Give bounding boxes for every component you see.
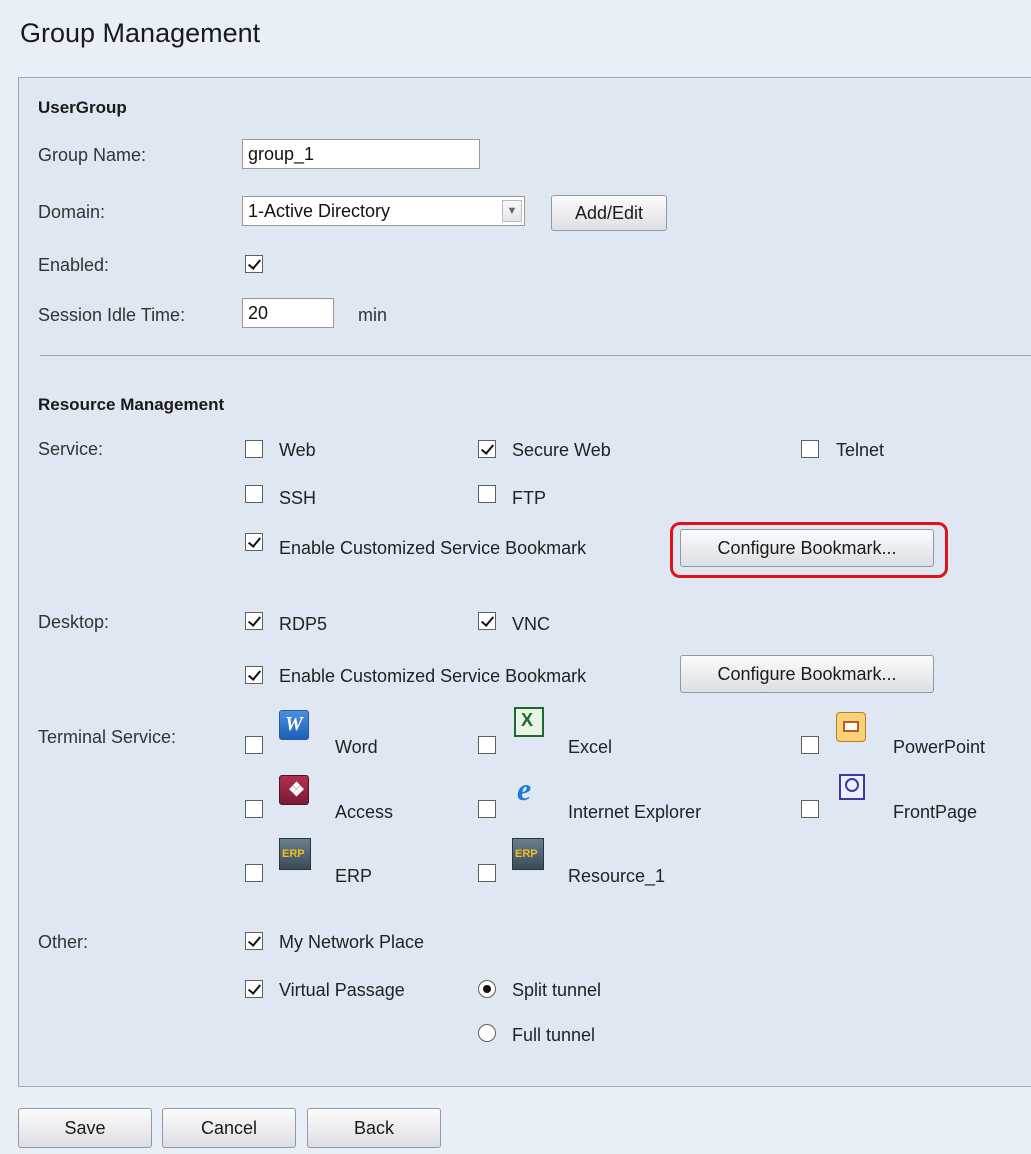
- rdp5-option-label: RDP5: [279, 614, 328, 634]
- domain-selected-value: 1-Active Directory: [248, 201, 391, 221]
- split-tunnel-label: Split tunnel: [512, 980, 602, 1000]
- ssh-option-label: SSH: [279, 488, 317, 508]
- save-button[interactable]: Save: [18, 1108, 152, 1148]
- access-checkbox[interactable]: [245, 800, 263, 818]
- secure-web-checkbox[interactable]: [478, 440, 496, 458]
- service-bookmark-checkbox[interactable]: [245, 533, 263, 551]
- full-tunnel-label: Full tunnel: [512, 1025, 596, 1045]
- excel-checkbox[interactable]: [478, 736, 496, 754]
- session-idle-time-label: Session Idle Time:: [38, 305, 186, 325]
- excel-option-label: Excel: [568, 737, 613, 757]
- virtual-passage-label: Virtual Passage: [279, 980, 405, 1000]
- resource-management-heading: Resource Management: [38, 395, 225, 414]
- full-tunnel-radio[interactable]: [478, 1024, 496, 1042]
- word-checkbox[interactable]: [245, 736, 263, 754]
- erp-option-label: ERP: [335, 866, 373, 886]
- vnc-option-label: VNC: [512, 614, 551, 634]
- desktop-bookmark-checkbox[interactable]: [245, 666, 263, 684]
- usergroup-heading: UserGroup: [38, 98, 127, 117]
- desktop-configure-bookmark-button[interactable]: Configure Bookmark...: [680, 655, 934, 693]
- access-option-label: Access: [335, 802, 394, 822]
- my-network-place-label: My Network Place: [279, 932, 425, 952]
- erp-icon-text: ERP: [282, 848, 305, 860]
- idle-unit-label: min: [358, 305, 388, 325]
- ftp-option-label: FTP: [512, 488, 546, 508]
- ftp-checkbox[interactable]: [478, 485, 496, 503]
- powerpoint-option-label: PowerPoint: [893, 737, 986, 757]
- resource-1-option-label: Resource_1: [568, 866, 666, 886]
- domain-select[interactable]: 1-Active Directory ▼: [242, 196, 525, 226]
- word-option-label: Word: [335, 737, 378, 757]
- other-label: Other:: [38, 932, 89, 952]
- vnc-checkbox[interactable]: [478, 612, 496, 630]
- cancel-button[interactable]: Cancel: [162, 1108, 296, 1148]
- frontpage-option-label: FrontPage: [893, 802, 978, 822]
- excel-icon: X: [514, 707, 544, 737]
- telnet-option-label: Telnet: [836, 440, 885, 460]
- virtual-passage-checkbox[interactable]: [245, 980, 263, 998]
- add-edit-button[interactable]: Add/Edit: [551, 195, 667, 231]
- back-button[interactable]: Back: [307, 1108, 441, 1148]
- split-tunnel-radio[interactable]: [478, 980, 496, 998]
- terminal-service-label: Terminal Service:: [38, 727, 177, 747]
- chevron-down-icon[interactable]: ▼: [502, 200, 522, 222]
- frontpage-checkbox[interactable]: [801, 800, 819, 818]
- session-idle-time-input[interactable]: [242, 298, 334, 328]
- desktop-bookmark-label: Enable Customized Service Bookmark: [279, 666, 587, 686]
- powerpoint-icon: [836, 712, 866, 742]
- desktop-label: Desktop:: [38, 612, 110, 632]
- erp-icon: ERP: [279, 838, 311, 870]
- secure-web-option-label: Secure Web: [512, 440, 611, 460]
- group-management-panel: [18, 77, 1031, 1087]
- domain-label: Domain:: [38, 202, 106, 222]
- resource-1-checkbox[interactable]: [478, 864, 496, 882]
- group-name-label: Group Name:: [38, 145, 147, 165]
- service-bookmark-label: Enable Customized Service Bookmark: [279, 538, 587, 558]
- section-divider: [40, 355, 1031, 356]
- erp-checkbox[interactable]: [245, 864, 263, 882]
- service-label: Service:: [38, 439, 104, 459]
- telnet-checkbox[interactable]: [801, 440, 819, 458]
- page-title: Group Management: [20, 18, 261, 48]
- powerpoint-checkbox[interactable]: [801, 736, 819, 754]
- resource-1-icon: ERP: [512, 838, 544, 870]
- rdp5-checkbox[interactable]: [245, 612, 263, 630]
- service-configure-bookmark-button[interactable]: Configure Bookmark...: [680, 529, 934, 567]
- enabled-checkbox[interactable]: [245, 255, 263, 273]
- group-name-input[interactable]: [242, 139, 480, 169]
- word-icon: W: [279, 710, 309, 740]
- access-icon: ❖: [279, 775, 309, 805]
- internet-explorer-checkbox[interactable]: [478, 800, 496, 818]
- frontpage-icon: [839, 774, 865, 800]
- ssh-checkbox[interactable]: [245, 485, 263, 503]
- resource-1-icon-text: ERP: [515, 848, 538, 860]
- internet-explorer-option-label: Internet Explorer: [568, 802, 702, 822]
- my-network-place-checkbox[interactable]: [245, 932, 263, 950]
- enabled-label: Enabled:: [38, 255, 110, 275]
- internet-explorer-icon: e: [517, 771, 532, 807]
- web-option-label: Web: [279, 440, 316, 460]
- web-checkbox[interactable]: [245, 440, 263, 458]
